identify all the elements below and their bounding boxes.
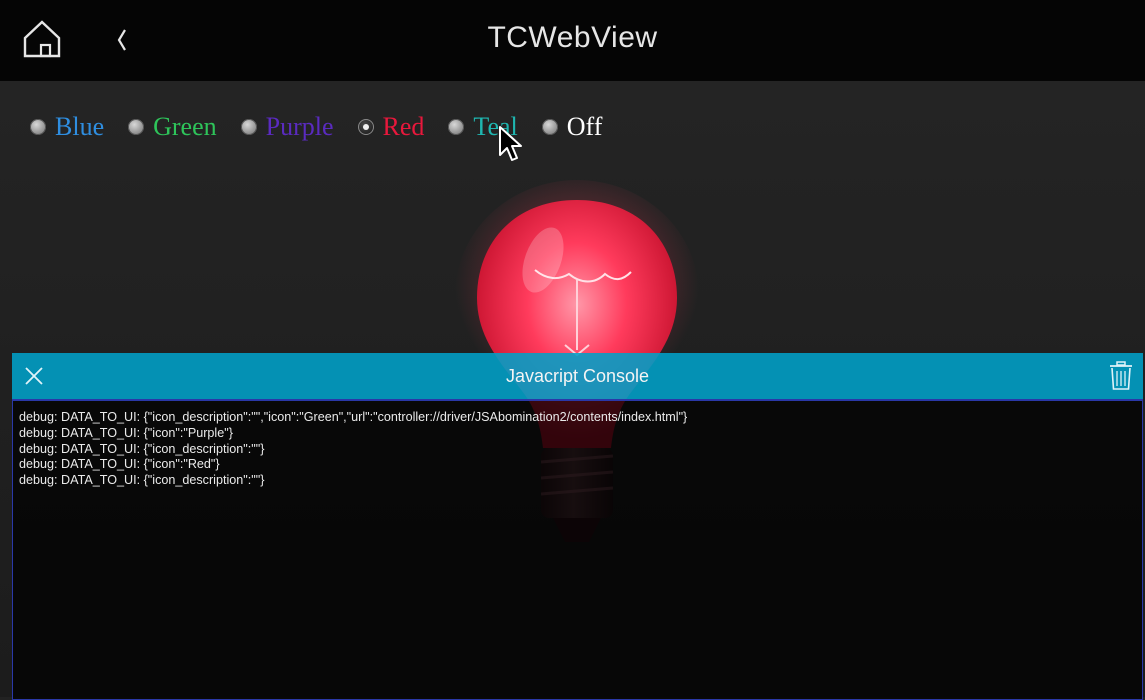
console-title: Javacript Console <box>505 366 650 386</box>
radio-option-green[interactable]: Green <box>128 112 217 142</box>
radio-option-red[interactable]: Red <box>357 112 425 142</box>
page-title: TCWebView <box>487 21 658 54</box>
javascript-console: Javacript Console debug: DATA_TO_UI: {"i… <box>12 353 1143 700</box>
top-bar: TCWebView <box>0 0 1145 81</box>
mouse-cursor <box>498 125 524 163</box>
radio-button[interactable] <box>128 119 145 135</box>
radio-option-off[interactable]: Off <box>541 112 603 142</box>
radio-button[interactable] <box>357 119 374 135</box>
radio-option-purple[interactable]: Purple <box>240 112 334 142</box>
radio-button[interactable] <box>448 119 465 135</box>
trash-icon <box>1110 361 1132 390</box>
radio-button[interactable] <box>30 119 46 135</box>
console-log-line: debug: DATA_TO_UI: {"icon":"Purple"} <box>19 425 233 440</box>
console-log-line: debug: DATA_TO_UI: {"icon":"Red"} <box>19 457 220 472</box>
console-output[interactable]: debug: DATA_TO_UI: {"icon_description":"… <box>12 399 1143 700</box>
color-radio-group: Blue Green Purple Red Teal Off <box>30 109 626 145</box>
console-log-line: debug: DATA_TO_UI: {"icon_description":"… <box>19 473 265 488</box>
radio-label: Green <box>153 112 217 141</box>
radio-label: Red <box>382 112 425 141</box>
clear-console-button[interactable] <box>1109 361 1133 391</box>
console-header: Javacript Console <box>12 353 1143 399</box>
pointer-cursor-icon <box>499 126 522 161</box>
console-log-line: debug: DATA_TO_UI: {"icon_description":"… <box>19 441 265 456</box>
radio-label: Blue <box>55 112 105 141</box>
console-log-list: debug: DATA_TO_UI: {"icon_description":"… <box>19 410 687 489</box>
radio-button[interactable] <box>240 119 257 135</box>
radio-option-blue[interactable]: Blue <box>30 112 104 142</box>
console-log-line: debug: DATA_TO_UI: {"icon_description":"… <box>19 410 688 424</box>
radio-label: Off <box>566 112 603 141</box>
radio-label: Purple <box>265 112 334 141</box>
radio-button[interactable] <box>541 119 558 135</box>
